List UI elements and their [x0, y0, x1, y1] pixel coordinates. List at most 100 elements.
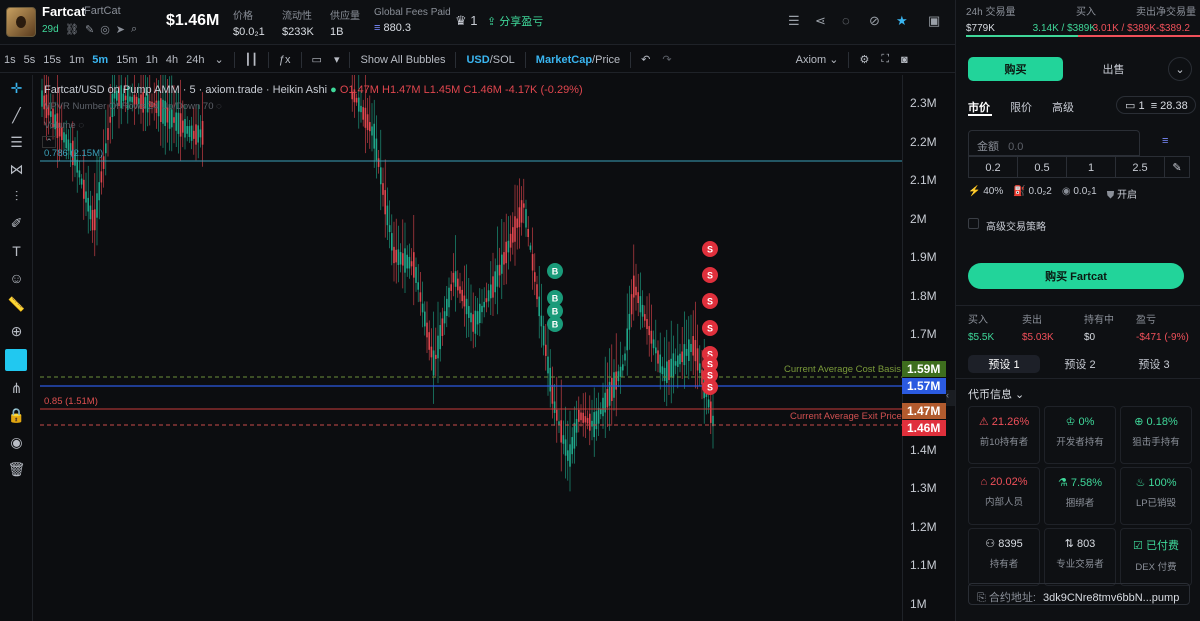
- fib-icon[interactable]: ⫶: [0, 183, 33, 210]
- pattern-icon[interactable]: ⋈: [0, 156, 33, 183]
- price-chart[interactable]: BBBBSSSSSSSS: [34, 75, 902, 621]
- layout-icon[interactable]: ▭: [306, 53, 328, 66]
- candle-body: [696, 348, 699, 371]
- preset-tab-3[interactable]: 预设 3: [1118, 355, 1190, 373]
- window-icon[interactable]: ▣: [928, 13, 940, 29]
- undo-icon[interactable]: ↶: [635, 53, 656, 66]
- collapse-legend-button[interactable]: ⌃: [42, 136, 56, 148]
- text-icon[interactable]: T: [0, 237, 33, 264]
- buy-tab[interactable]: 购买: [968, 57, 1063, 81]
- hide-icon[interactable]: ◌: [842, 13, 850, 28]
- pen-icon[interactable]: ✎: [85, 23, 94, 36]
- preset-0-2[interactable]: 0.2: [969, 157, 1018, 177]
- candle-type-icon[interactable]: ┃┃: [239, 53, 264, 66]
- tab-advanced[interactable]: 高级: [1052, 99, 1074, 115]
- tab-limit[interactable]: 限价: [1010, 99, 1032, 115]
- fib-786-label: 0.786 (2.15M): [44, 148, 104, 159]
- globe-icon[interactable]: ◎: [100, 23, 110, 36]
- candle-body: [624, 353, 626, 361]
- chevron-down-icon[interactable]: ▾: [328, 53, 346, 66]
- wallet-selector[interactable]: ▭ 1 ≡ 28.38: [1116, 96, 1196, 114]
- telegram-icon[interactable]: ➤: [116, 23, 125, 36]
- tf-1h[interactable]: 1h: [142, 54, 162, 66]
- zoom-icon[interactable]: ⊕: [0, 318, 33, 345]
- token-info-title[interactable]: 代币信息 ⌄: [968, 386, 1024, 402]
- candle-body: [646, 319, 648, 329]
- candle-body: [595, 411, 598, 430]
- token-logo[interactable]: [6, 7, 36, 37]
- preset-tab-1[interactable]: 预设 1: [968, 355, 1040, 373]
- crown-icon[interactable]: ♛ 1: [455, 13, 478, 29]
- collapse-panel-icon[interactable]: ‹: [946, 390, 955, 406]
- color-picker[interactable]: [5, 349, 27, 371]
- axis-tick: 2.2M: [910, 134, 937, 149]
- preset-0-5[interactable]: 0.5: [1018, 157, 1067, 177]
- contract-address[interactable]: ⎘ 合约地址: 3dk9CNre8tmv6bbN...pump: [968, 583, 1190, 605]
- preset-tab-2[interactable]: 预设 2: [1044, 355, 1116, 373]
- link-icon[interactable]: ⛓: [65, 23, 79, 36]
- show-bubbles-button[interactable]: Show All Bubbles: [354, 54, 451, 66]
- candle-body: [699, 363, 701, 373]
- ruler-icon[interactable]: 📏: [0, 291, 33, 318]
- chevron-down-icon[interactable]: ⌄: [1168, 57, 1192, 81]
- amount-input[interactable]: 金额 0.0: [968, 130, 1140, 156]
- source-select[interactable]: Axiom ⌄: [790, 53, 845, 66]
- indicators-icon[interactable]: ƒx: [273, 54, 297, 66]
- candle-body: [685, 348, 688, 356]
- edit-icon[interactable]: ✎: [1165, 157, 1189, 177]
- preset-1[interactable]: 1: [1067, 157, 1116, 177]
- hide-icon: ◌: [78, 120, 84, 131]
- camera-icon[interactable]: ◙: [895, 54, 914, 66]
- preset-2-5[interactable]: 2.5: [1116, 157, 1165, 177]
- share-icon[interactable]: ⋖: [815, 13, 826, 29]
- candle-body: [652, 339, 655, 349]
- candle-body: [450, 284, 452, 291]
- tf-15s[interactable]: 15s: [39, 54, 65, 66]
- position-1: 卖出 $5.03K: [1022, 315, 1054, 343]
- axis-tick: 1M: [910, 596, 927, 611]
- price-axis[interactable]: [902, 75, 955, 621]
- candle-body: [443, 311, 446, 324]
- tab-market[interactable]: 市价: [968, 99, 990, 115]
- lock-icon[interactable]: 🔒: [0, 402, 33, 429]
- fullscreen-icon[interactable]: ⛶: [875, 53, 895, 66]
- chevron-down-icon[interactable]: ⌄: [208, 53, 229, 66]
- shield-icon: ⛊ 开启: [1106, 190, 1137, 201]
- tf-4h[interactable]: 4h: [162, 54, 182, 66]
- tag-cost-basis: 1.59M: [902, 361, 946, 377]
- sell-tab[interactable]: 出售: [1066, 57, 1161, 81]
- tf-1s[interactable]: 1s: [0, 54, 20, 66]
- search-icon[interactable]: ⌕: [131, 23, 137, 36]
- magnet-icon[interactable]: ⋔: [0, 375, 33, 402]
- share-pnl-button[interactable]: ⇪ 分享盈亏: [487, 13, 543, 29]
- trade-settings[interactable]: ⚡ 40% ⛽ 0.0₂2 ◉ 0.0₂1 ⛊ 开启: [968, 186, 1137, 201]
- candle-body: [586, 417, 589, 424]
- brush-icon[interactable]: ✐: [0, 210, 33, 237]
- tf-1m[interactable]: 1m: [65, 54, 88, 66]
- candle-body: [468, 306, 470, 318]
- star-icon[interactable]: ★: [896, 13, 908, 29]
- tf-5s[interactable]: 5s: [20, 54, 40, 66]
- currency-toggle[interactable]: USD/SOL: [460, 54, 520, 66]
- trash-icon[interactable]: 🗑: [0, 456, 33, 483]
- settings-icon[interactable]: ⚙: [853, 53, 875, 66]
- horizontal-lines-icon[interactable]: ☰: [0, 129, 33, 156]
- position-2: 持有中 $0: [1084, 315, 1114, 343]
- emoji-icon[interactable]: ☺: [0, 264, 33, 291]
- candle-body: [406, 254, 408, 269]
- trendline-icon[interactable]: ╱: [0, 102, 33, 129]
- eye-icon[interactable]: ◉: [0, 429, 33, 456]
- tf-5m[interactable]: 5m: [88, 54, 112, 66]
- candle-body: [666, 361, 668, 383]
- list-icon[interactable]: ☰: [788, 13, 800, 29]
- candle-body: [199, 129, 202, 138]
- redo-icon[interactable]: ↷: [656, 53, 677, 66]
- candle-body: [355, 97, 358, 103]
- crosshair-icon[interactable]: ✛: [0, 75, 33, 102]
- buy-button[interactable]: 购买 Fartcat: [968, 263, 1184, 289]
- tf-24h[interactable]: 24h: [182, 54, 208, 66]
- advanced-checkbox[interactable]: [968, 218, 979, 229]
- tf-15m[interactable]: 15m: [112, 54, 141, 66]
- mute-icon[interactable]: ⊘: [869, 13, 880, 29]
- mcap-price-toggle[interactable]: MarketCap/Price: [530, 54, 626, 66]
